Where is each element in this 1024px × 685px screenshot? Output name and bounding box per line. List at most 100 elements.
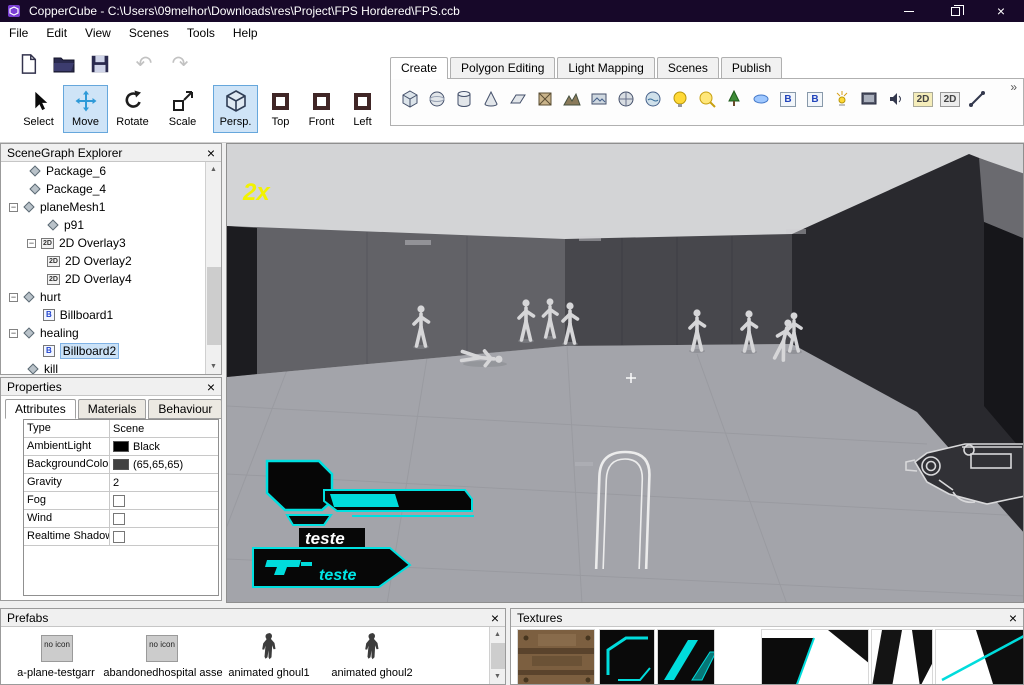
tab-create[interactable]: Create: [390, 57, 449, 79]
move-tool-button[interactable]: Move: [63, 85, 108, 133]
scrollbar-thumb[interactable]: [491, 643, 505, 669]
create-cube-icon[interactable]: [399, 88, 421, 110]
ribbon-overflow-button[interactable]: »: [1010, 80, 1017, 94]
create-lamp-icon[interactable]: [831, 88, 853, 110]
create-particle-icon[interactable]: [750, 88, 772, 110]
create-water-icon[interactable]: [642, 88, 664, 110]
tree-item-billboard2-selected[interactable]: B Billboard2: [1, 342, 205, 360]
menu-scenes[interactable]: Scenes: [120, 22, 178, 44]
tree-item-healing[interactable]: − healing: [1, 324, 205, 342]
viewport-3d[interactable]: 2x teste teste: [226, 143, 1024, 603]
top-view-button[interactable]: Top: [258, 85, 303, 133]
scroll-up-icon[interactable]: ▲: [206, 162, 221, 177]
left-view-button[interactable]: Left: [340, 85, 385, 133]
property-value[interactable]: Scene: [110, 420, 218, 437]
properties-close-icon[interactable]: ×: [207, 380, 215, 394]
maximize-button[interactable]: [932, 0, 978, 22]
tree-item-package6[interactable]: Package_6: [1, 162, 205, 180]
create-tree-icon[interactable]: [723, 88, 745, 110]
texture-thumbnail-hud5[interactable]: [935, 629, 1023, 684]
perspective-view-button[interactable]: Persp.: [213, 85, 258, 133]
create-light-icon[interactable]: [669, 88, 691, 110]
scale-tool-button[interactable]: Scale: [160, 85, 205, 133]
prefab-ghoul-icon[interactable]: [261, 632, 277, 664]
scroll-down-icon[interactable]: ▼: [490, 669, 505, 684]
create-overlay-icon[interactable]: [858, 88, 880, 110]
create-plane-icon[interactable]: [507, 88, 529, 110]
tab-attributes[interactable]: Attributes: [5, 399, 76, 419]
tab-light-mapping[interactable]: Light Mapping: [557, 57, 655, 78]
scenegraph-scrollbar[interactable]: ▲ ▼: [205, 162, 221, 374]
wind-checkbox[interactable]: [113, 512, 125, 525]
new-document-button[interactable]: [14, 50, 42, 78]
collapse-icon[interactable]: −: [9, 328, 18, 338]
texture-thumbnail-hud3[interactable]: [761, 629, 869, 684]
tab-materials[interactable]: Materials: [77, 399, 147, 419]
create-sphere-icon[interactable]: [426, 88, 448, 110]
menu-edit[interactable]: Edit: [37, 22, 76, 44]
tab-publish[interactable]: Publish: [720, 57, 783, 78]
minimize-button[interactable]: [886, 0, 932, 22]
open-file-button[interactable]: [50, 50, 78, 78]
redo-button[interactable]: ↷: [166, 50, 194, 78]
scroll-up-icon[interactable]: ▲: [490, 627, 505, 642]
create-lens-flare-icon[interactable]: [696, 88, 718, 110]
create-terrain-icon[interactable]: [561, 88, 583, 110]
tree-item-p91[interactable]: p91: [1, 216, 205, 234]
menu-file[interactable]: File: [0, 22, 37, 44]
menu-tools[interactable]: Tools: [178, 22, 224, 44]
textures-close-icon[interactable]: ×: [1009, 611, 1017, 625]
create-2d-overlay2-icon[interactable]: 2D: [939, 88, 961, 110]
rotate-tool-button[interactable]: Rotate: [110, 85, 155, 133]
realtime-shadow-checkbox[interactable]: [113, 530, 125, 543]
tree-item-2d-overlay2[interactable]: 2D 2D Overlay2: [1, 252, 205, 270]
menu-help[interactable]: Help: [224, 22, 267, 44]
color-swatch[interactable]: [113, 441, 129, 452]
create-text-billboard-icon[interactable]: B: [804, 88, 826, 110]
select-tool-button[interactable]: Select: [16, 85, 61, 133]
tree-item-2d-overlay4[interactable]: 2D 2D Overlay4: [1, 270, 205, 288]
create-geosphere-icon[interactable]: [615, 88, 637, 110]
tree-item-package4[interactable]: Package_4: [1, 180, 205, 198]
collapse-icon[interactable]: −: [9, 292, 18, 302]
menu-view[interactable]: View: [76, 22, 120, 44]
property-value[interactable]: 2: [110, 474, 218, 491]
tree-item-billboard1[interactable]: B Billboard1: [1, 306, 205, 324]
create-crate-icon[interactable]: [534, 88, 556, 110]
collapse-icon[interactable]: −: [9, 202, 18, 212]
tab-behaviour[interactable]: Behaviour: [148, 399, 223, 419]
close-button[interactable]: ×: [978, 0, 1024, 22]
front-view-button[interactable]: Front: [299, 85, 344, 133]
color-swatch[interactable]: [113, 459, 129, 470]
prefabs-close-icon[interactable]: ×: [491, 611, 499, 625]
save-button[interactable]: [86, 50, 114, 78]
scenegraph-close-icon[interactable]: ×: [207, 146, 215, 160]
tree-item-2d-overlay3[interactable]: −2D 2D Overlay3: [1, 234, 205, 252]
scroll-down-icon[interactable]: ▼: [206, 359, 221, 374]
create-2d-overlay-icon[interactable]: 2D: [912, 88, 934, 110]
create-billboard-icon[interactable]: B: [777, 88, 799, 110]
create-cone-icon[interactable]: [480, 88, 502, 110]
prefab-item-no-icon[interactable]: no icon: [146, 635, 178, 662]
property-value[interactable]: Black: [110, 438, 218, 455]
create-cylinder-icon[interactable]: [453, 88, 475, 110]
tree-item-planemesh1[interactable]: − planeMesh1: [1, 198, 205, 216]
prefab-ghoul-icon[interactable]: [364, 632, 380, 664]
property-value[interactable]: (65,65,65): [110, 456, 218, 473]
prefab-label[interactable]: abandonedhospital asse: [103, 667, 222, 679]
prefabs-scrollbar[interactable]: ▲ ▼: [489, 627, 505, 684]
create-image-icon[interactable]: [588, 88, 610, 110]
texture-thumbnail-hud1[interactable]: [599, 629, 655, 684]
texture-thumbnail-hud2[interactable]: [657, 629, 715, 684]
undo-button[interactable]: ↶: [130, 50, 158, 78]
tree-item-hurt[interactable]: − hurt: [1, 288, 205, 306]
create-sound-icon[interactable]: [885, 88, 907, 110]
prefab-label[interactable]: animated ghoul2: [331, 667, 412, 679]
tab-scenes[interactable]: Scenes: [656, 57, 719, 78]
scrollbar-thumb[interactable]: [207, 267, 221, 345]
tab-polygon-editing[interactable]: Polygon Editing: [450, 57, 556, 78]
tree-item-kill[interactable]: kill: [1, 360, 205, 374]
texture-thumbnail-hud4[interactable]: [871, 629, 933, 684]
texture-thumbnail-rust[interactable]: [517, 629, 595, 684]
prefab-label[interactable]: animated ghoul1: [228, 667, 309, 679]
